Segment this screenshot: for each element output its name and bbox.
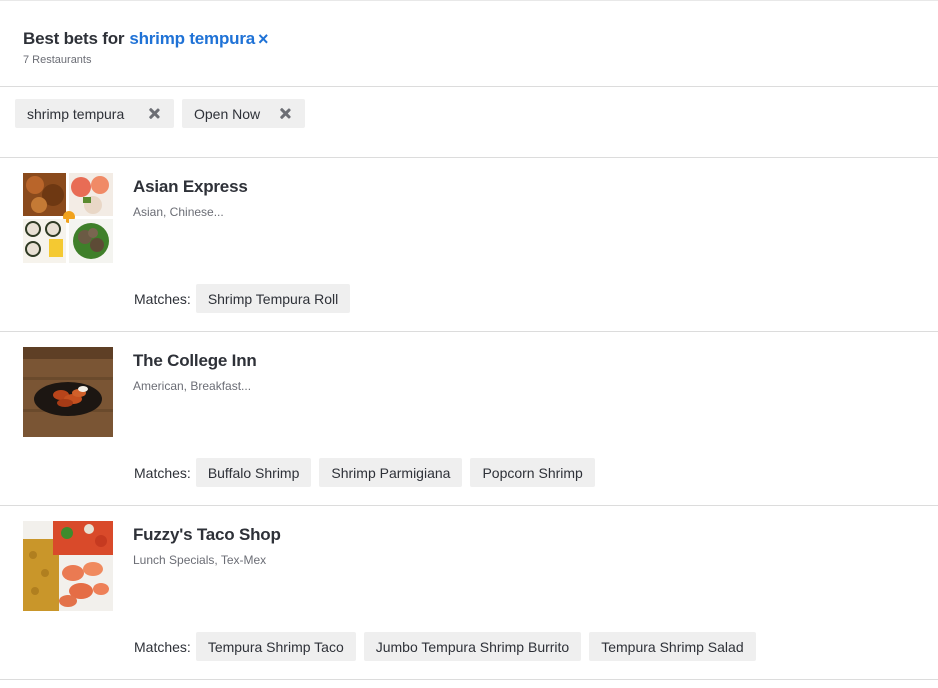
menu-matches: Matches: Tempura Shrimp Taco Jumbo Tempu… bbox=[134, 632, 764, 661]
restaurant-row: The College Inn American, Breakfast... M… bbox=[0, 332, 938, 506]
restaurant-row: Fuzzy's Taco Shop Lunch Specials, Tex-Me… bbox=[0, 506, 938, 680]
filter-chip-open-now[interactable]: Open Now bbox=[182, 99, 305, 128]
results-title: Best bets for shrimp tempura × bbox=[23, 29, 269, 49]
restaurant-cuisine: Asian, Chinese... bbox=[133, 205, 224, 219]
filter-chip-label: Open Now bbox=[194, 105, 261, 122]
menu-item-match[interactable]: Jumbo Tempura Shrimp Burrito bbox=[363, 632, 582, 661]
active-filters: shrimp tempura Open Now bbox=[0, 88, 938, 158]
filter-chip-query[interactable]: shrimp tempura bbox=[15, 99, 174, 128]
restaurant-name[interactable]: Asian Express bbox=[133, 177, 248, 197]
food-collage-image bbox=[23, 173, 113, 263]
wings-plate-image bbox=[23, 347, 113, 437]
menu-item-match[interactable]: Tempura Shrimp Taco bbox=[195, 632, 356, 661]
remove-filter-icon[interactable] bbox=[278, 106, 292, 120]
matches-label: Matches: bbox=[134, 638, 191, 655]
remove-filter-icon[interactable] bbox=[147, 106, 161, 120]
restaurant-photo[interactable] bbox=[23, 173, 113, 263]
restaurant-name[interactable]: Fuzzy's Taco Shop bbox=[133, 525, 281, 545]
results-header: Best bets for shrimp tempura × 7 Restaur… bbox=[0, 0, 938, 87]
menu-matches: Matches: Shrimp Tempura Roll bbox=[134, 284, 358, 313]
results-count: 7 Restaurants bbox=[23, 54, 92, 66]
restaurant-photo[interactable] bbox=[23, 521, 113, 611]
filter-chip-label: shrimp tempura bbox=[27, 105, 125, 122]
matches-label: Matches: bbox=[134, 290, 191, 307]
shrimp-plate-image bbox=[23, 521, 113, 611]
clear-search-icon[interactable]: × bbox=[258, 30, 269, 48]
restaurant-name[interactable]: The College Inn bbox=[133, 351, 257, 371]
menu-matches: Matches: Buffalo Shrimp Shrimp Parmigian… bbox=[134, 458, 603, 487]
restaurant-photo[interactable] bbox=[23, 347, 113, 437]
menu-item-match[interactable]: Tempura Shrimp Salad bbox=[589, 632, 756, 661]
title-prefix: Best bets for bbox=[23, 29, 125, 48]
menu-item-match[interactable]: Buffalo Shrimp bbox=[195, 458, 312, 487]
restaurant-cuisine: American, Breakfast... bbox=[133, 379, 252, 393]
restaurant-row: Asian Express Asian, Chinese... Matches:… bbox=[0, 158, 938, 332]
restaurant-cuisine: Lunch Specials, Tex-Mex bbox=[133, 553, 267, 567]
search-query: shrimp tempura bbox=[129, 29, 255, 48]
menu-item-match[interactable]: Shrimp Parmigiana bbox=[319, 458, 463, 487]
menu-item-match[interactable]: Shrimp Tempura Roll bbox=[195, 284, 351, 313]
matches-label: Matches: bbox=[134, 464, 191, 481]
menu-item-match[interactable]: Popcorn Shrimp bbox=[470, 458, 595, 487]
